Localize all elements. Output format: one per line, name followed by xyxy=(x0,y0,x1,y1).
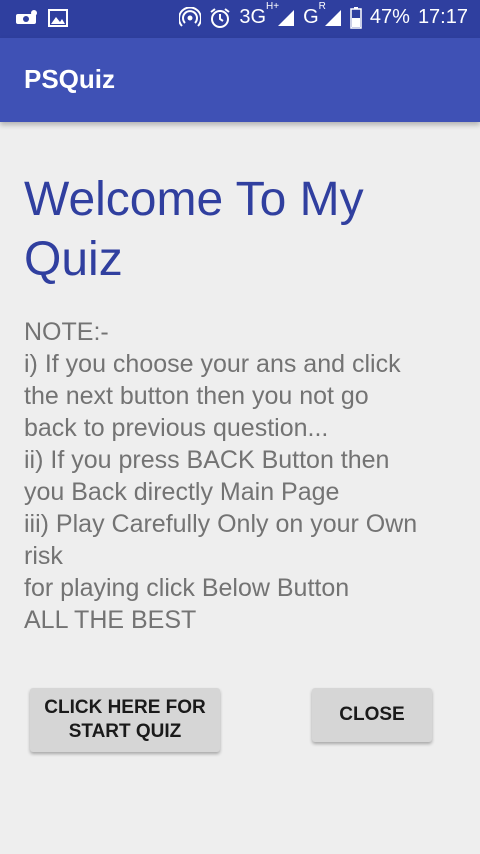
signal-icon xyxy=(277,9,295,27)
image-icon xyxy=(48,9,68,27)
signal-icon xyxy=(324,9,342,27)
start-quiz-label: CLICK HERE FOR START QUIZ xyxy=(44,696,206,744)
app-title: PSQuiz xyxy=(24,64,116,94)
start-quiz-label-line1: CLICK HERE FOR xyxy=(44,697,206,718)
status-bar: 3GH+ GR 47% 17:17 xyxy=(0,0,480,38)
note-line: iii) Play Carefully Only on your Own xyxy=(24,510,418,538)
battery-percent: 47% xyxy=(369,6,410,28)
start-quiz-button[interactable]: CLICK HERE FOR START QUIZ xyxy=(30,688,220,752)
welcome-heading: Welcome To My Quiz xyxy=(24,173,364,286)
note-line: i) If you choose your ans and click xyxy=(24,350,401,378)
close-button-label: CLOSE xyxy=(339,704,405,725)
status-bar-left xyxy=(14,8,68,28)
notification-icon xyxy=(14,8,38,28)
clock: 17:17 xyxy=(417,6,468,28)
note-line: the next button then you not go xyxy=(24,382,369,410)
network-3g-text: 3G xyxy=(239,6,267,28)
note-line: ALL THE BEST xyxy=(24,606,197,634)
note-line: NOTE:- xyxy=(24,318,109,346)
note-line: for playing click Below Button xyxy=(24,574,350,602)
battery-icon xyxy=(350,6,362,29)
network-g-sup: R xyxy=(318,1,326,13)
close-button[interactable]: CLOSE xyxy=(312,688,432,742)
note-line: you Back directly Main Page xyxy=(24,478,340,506)
app-bar: PSQuiz xyxy=(0,38,480,122)
start-quiz-label-line2: START QUIZ xyxy=(68,721,182,742)
status-bar-right: 3GH+ GR 47% 17:17 xyxy=(179,1,468,29)
network-g-label: GR xyxy=(303,1,326,29)
hotspot-icon xyxy=(179,6,202,29)
note-line: ii) If you press BACK Button then xyxy=(24,446,390,474)
alarm-icon xyxy=(209,7,231,29)
network-3g-label: 3GH+ xyxy=(239,1,279,29)
network-3g-sup: H+ xyxy=(266,1,280,13)
note-line: risk xyxy=(24,542,63,570)
instructions-text: NOTE:- i) If you choose your ans and cli… xyxy=(24,316,464,636)
note-line: back to previous question... xyxy=(24,414,329,442)
network-g-text: G xyxy=(303,6,319,28)
